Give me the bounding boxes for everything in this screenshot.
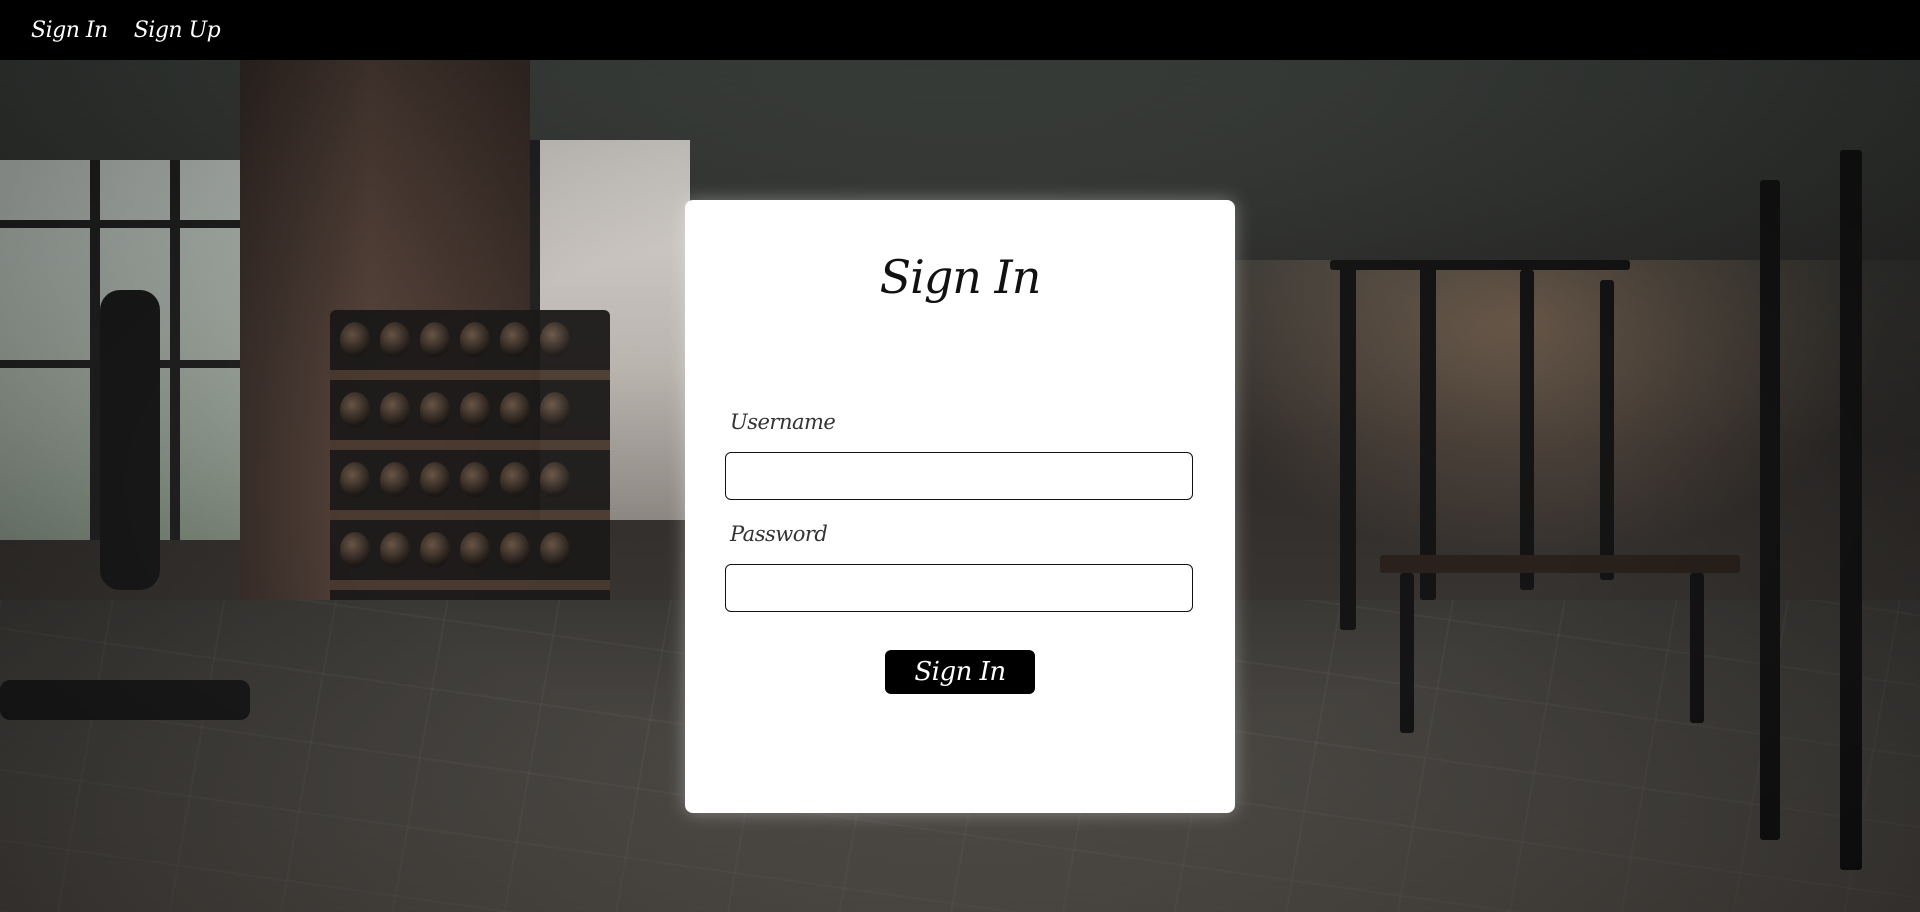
sign-in-button[interactable]: Sign In — [885, 650, 1035, 694]
username-input[interactable] — [725, 452, 1193, 500]
sign-in-card: Sign In Username Password Sign In — [685, 200, 1235, 813]
nav-sign-up-link[interactable]: Sign Up — [134, 18, 221, 43]
nav-sign-in-link[interactable]: Sign In — [31, 18, 108, 43]
password-label: Password — [730, 522, 828, 546]
top-navbar: Sign In Sign Up — [0, 0, 1920, 60]
sign-in-title: Sign In — [879, 250, 1042, 304]
password-input[interactable] — [725, 564, 1193, 612]
username-label: Username — [730, 410, 836, 434]
